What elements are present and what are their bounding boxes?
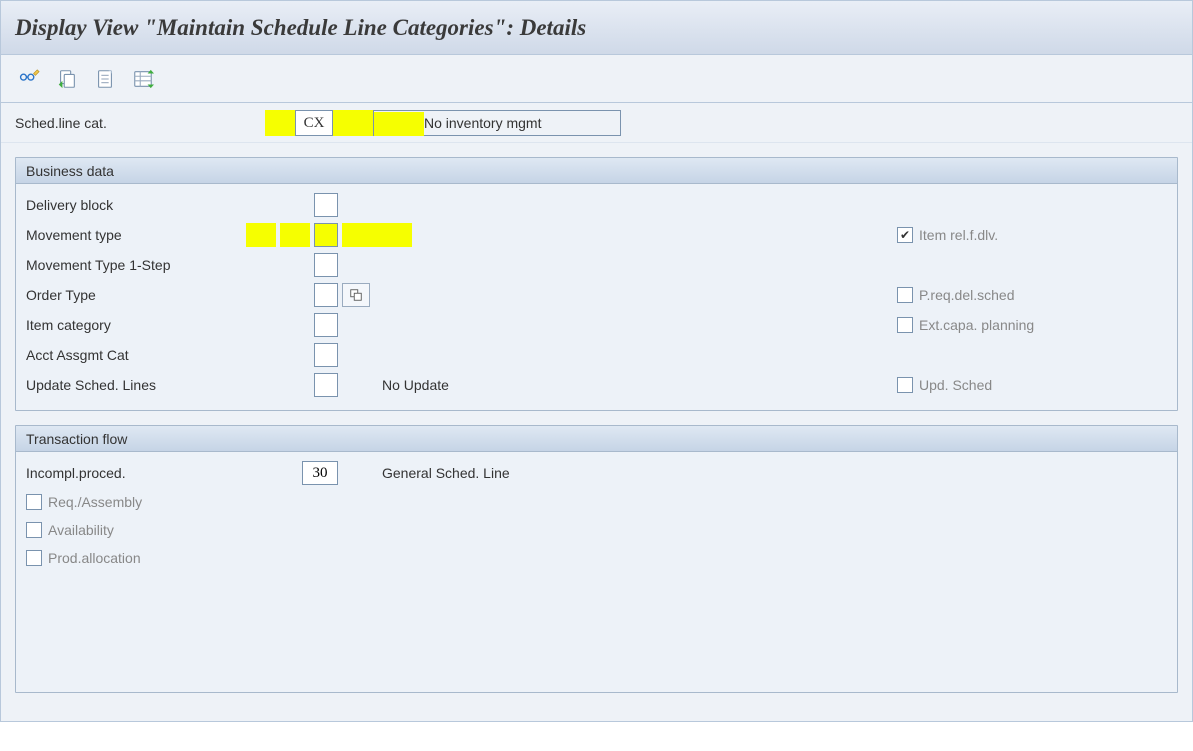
sched-line-cat-label: Sched.line cat.	[15, 115, 265, 131]
row-incompl-proced: Incompl.proced. General Sched. Line	[26, 458, 1167, 488]
item-rel-dlv-label: Item rel.f.dlv.	[919, 227, 998, 243]
incompl-proced-input[interactable]	[302, 461, 338, 485]
movement-type-1step-input[interactable]	[314, 253, 338, 277]
right-item-rel-dlv: Item rel.f.dlv.	[897, 227, 1167, 243]
req-assembly-checkbox[interactable]	[26, 494, 42, 510]
highlight-mid	[333, 110, 373, 136]
row-order-type: Order Type P.req.del.sched	[26, 280, 1167, 310]
preq-del-sched-label: P.req.del.sched	[919, 287, 1014, 303]
ext-capa-planning-checkbox[interactable]	[897, 317, 913, 333]
row-movement-type: Movement type Item rel.f.dlv.	[26, 220, 1167, 250]
ext-capa-planning-label: Ext.capa. planning	[919, 317, 1034, 333]
availability-checkbox[interactable]	[26, 522, 42, 538]
application-toolbar	[1, 55, 1192, 103]
page-title: Display View "Maintain Schedule Line Cat…	[15, 15, 586, 41]
preq-del-sched-checkbox[interactable]	[897, 287, 913, 303]
incompl-proced-text: General Sched. Line	[382, 465, 510, 481]
business-data-title: Business data	[16, 158, 1177, 184]
sap-window: Display View "Maintain Schedule Line Cat…	[0, 0, 1193, 722]
order-type-input[interactable]	[314, 283, 338, 307]
item-category-label: Item category	[26, 317, 276, 333]
row-req-assembly: Req./Assembly	[26, 488, 1167, 516]
sched-line-cat-code[interactable]: CX	[295, 110, 333, 136]
business-data-grid: Delivery block Movement type Item rel.f.…	[16, 184, 1177, 410]
upd-sched-checkbox[interactable]	[897, 377, 913, 393]
acct-assgmt-cat-input[interactable]	[314, 343, 338, 367]
right-ext-capa-planning: Ext.capa. planning	[897, 317, 1167, 333]
business-data-group: Business data Delivery block Movement ty…	[15, 157, 1178, 411]
new-entries-icon[interactable]	[91, 65, 119, 93]
glasses-pencil-icon[interactable]	[15, 65, 43, 93]
row-item-category: Item category Ext.capa. planning	[26, 310, 1167, 340]
right-preq-del-sched: P.req.del.sched	[897, 287, 1167, 303]
transaction-flow-title: Transaction flow	[16, 426, 1177, 452]
item-rel-dlv-checkbox[interactable]	[897, 227, 913, 243]
row-delivery-block: Delivery block	[26, 190, 1167, 220]
order-type-f4-button[interactable]	[342, 283, 370, 307]
req-assembly-label: Req./Assembly	[48, 494, 142, 510]
row-availability: Availability	[26, 516, 1167, 544]
row-prod-allocation: Prod.allocation	[26, 544, 1167, 572]
movement-type-highlight-lead2	[280, 223, 310, 247]
update-sched-lines-text: No Update	[382, 377, 449, 393]
delivery-block-label: Delivery block	[26, 197, 276, 213]
update-sched-lines-input[interactable]	[314, 373, 338, 397]
upd-sched-label: Upd. Sched	[919, 377, 992, 393]
acct-assgmt-cat-label: Acct Assgmt Cat	[26, 347, 276, 363]
group-filler	[26, 572, 1167, 682]
transaction-flow-group: Transaction flow Incompl.proced. General…	[15, 425, 1178, 693]
table-view-icon[interactable]	[129, 65, 157, 93]
row-movement-type-1step: Movement Type 1-Step	[26, 250, 1167, 280]
movement-type-highlight-lead	[246, 223, 276, 247]
delivery-block-input[interactable]	[314, 193, 338, 217]
header-key-row: Sched.line cat. CX No inventory mgmt	[1, 103, 1192, 143]
highlight-lead	[265, 110, 295, 136]
highlight-tail	[374, 112, 424, 136]
order-type-label: Order Type	[26, 287, 276, 303]
incompl-proced-label: Incompl.proced.	[26, 465, 276, 481]
prod-allocation-label: Prod.allocation	[48, 550, 141, 566]
sched-line-cat-desc: No inventory mgmt	[424, 111, 614, 135]
movement-type-label-wrap: Movement type	[26, 223, 276, 247]
transaction-flow-grid: Incompl.proced. General Sched. Line Req.…	[16, 452, 1177, 692]
row-update-sched-lines: Update Sched. Lines No Update Upd. Sched	[26, 370, 1167, 400]
title-bar: Display View "Maintain Schedule Line Cat…	[1, 1, 1192, 55]
content-area: Business data Delivery block Movement ty…	[1, 143, 1192, 721]
movement-type-input[interactable]	[314, 223, 338, 247]
item-category-input[interactable]	[314, 313, 338, 337]
right-upd-sched: Upd. Sched	[897, 377, 1167, 393]
row-acct-assgmt-cat: Acct Assgmt Cat	[26, 340, 1167, 370]
movement-type-highlight-tail	[342, 223, 412, 247]
sched-line-cat-desc-field: No inventory mgmt	[373, 110, 621, 136]
movement-type-label: Movement type	[26, 227, 246, 243]
movement-type-1step-label: Movement Type 1-Step	[26, 257, 276, 273]
availability-label: Availability	[48, 522, 114, 538]
copy-as-icon[interactable]	[53, 65, 81, 93]
update-sched-lines-label: Update Sched. Lines	[26, 377, 276, 393]
prod-allocation-checkbox[interactable]	[26, 550, 42, 566]
